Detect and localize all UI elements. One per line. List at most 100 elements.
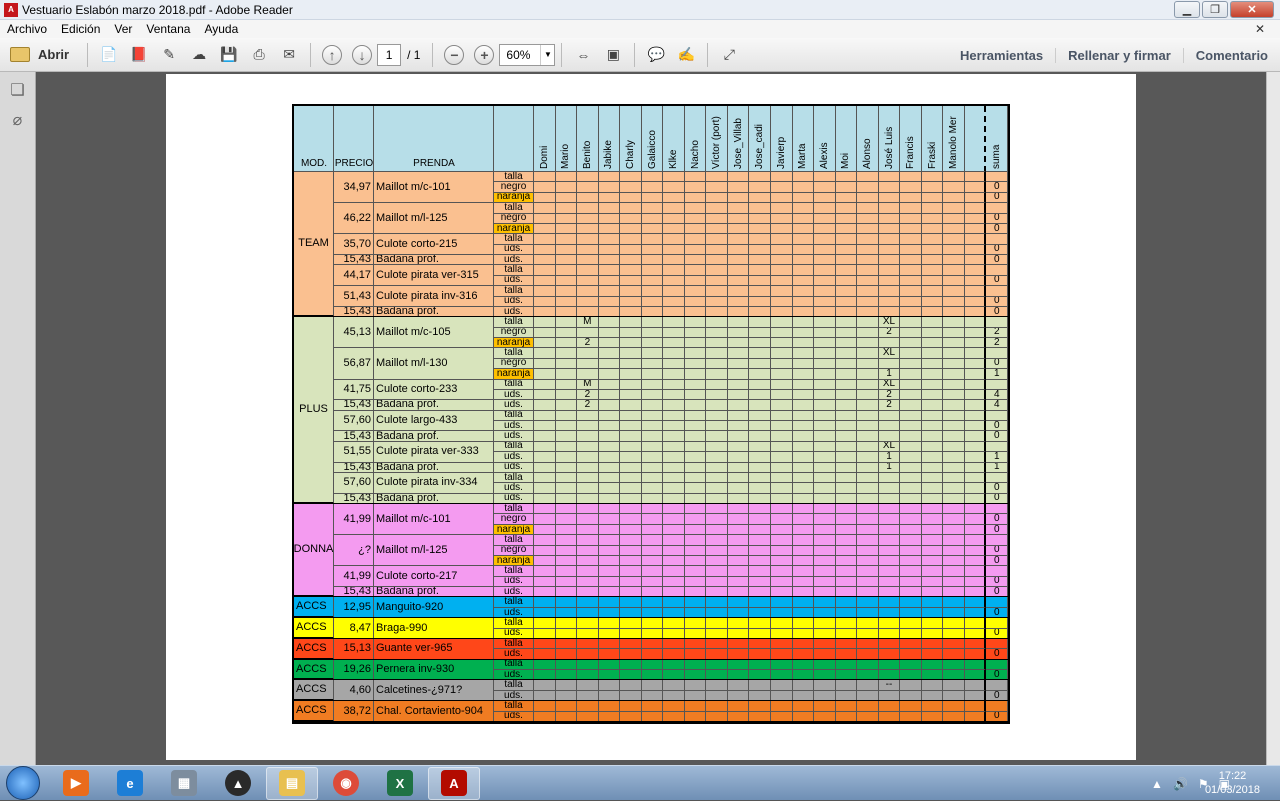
order-cell[interactable] — [921, 680, 944, 691]
order-cell[interactable] — [921, 576, 944, 588]
order-cell[interactable] — [943, 275, 965, 287]
order-cell[interactable] — [964, 379, 987, 390]
clock[interactable]: 17:22 01/03/2018 — [1205, 769, 1260, 797]
order-cell[interactable] — [534, 213, 556, 224]
order-cell[interactable] — [598, 638, 621, 650]
order-cell[interactable] — [555, 472, 578, 484]
order-cell[interactable] — [921, 524, 944, 536]
order-cell[interactable] — [900, 317, 922, 328]
order-cell[interactable] — [835, 244, 858, 256]
order-cell[interactable] — [749, 535, 771, 546]
order-cell[interactable] — [555, 441, 578, 453]
order-cell[interactable] — [771, 369, 793, 380]
order-cell[interactable] — [921, 452, 944, 463]
order-cell[interactable] — [921, 379, 944, 390]
order-cell[interactable] — [727, 379, 750, 390]
order-cell[interactable] — [921, 275, 944, 287]
order-cell[interactable] — [663, 182, 685, 193]
order-cell[interactable]: 1 — [878, 452, 901, 463]
order-cell[interactable] — [620, 234, 642, 245]
order-cell[interactable] — [943, 701, 965, 712]
attachments-icon[interactable]: ⌀ — [8, 110, 28, 132]
order-cell[interactable] — [814, 421, 836, 432]
order-cell[interactable] — [749, 296, 771, 307]
order-cell[interactable] — [663, 566, 685, 577]
order-cell[interactable] — [620, 680, 642, 691]
order-cell[interactable] — [663, 483, 685, 494]
order-cell[interactable] — [900, 265, 922, 276]
order-cell[interactable] — [706, 410, 728, 422]
order-cell[interactable] — [620, 338, 642, 349]
order-cell[interactable] — [534, 514, 556, 525]
order-cell[interactable] — [749, 389, 771, 401]
order-cell[interactable] — [706, 203, 728, 214]
sum-cell[interactable] — [986, 618, 1008, 629]
order-cell[interactable] — [792, 234, 815, 245]
order-cell[interactable] — [620, 441, 642, 453]
order-cell[interactable] — [663, 389, 685, 401]
order-cell[interactable] — [534, 400, 556, 411]
order-cell[interactable] — [900, 338, 922, 349]
order-cell[interactable] — [771, 618, 793, 629]
order-cell[interactable] — [577, 182, 599, 193]
order-cell[interactable] — [964, 680, 987, 691]
order-cell[interactable] — [641, 535, 664, 546]
order-cell[interactable] — [878, 597, 901, 608]
order-cell[interactable] — [641, 566, 664, 577]
order-cell[interactable] — [792, 680, 815, 691]
sum-cell[interactable] — [986, 286, 1008, 297]
sum-cell[interactable] — [986, 410, 1008, 422]
order-cell[interactable] — [620, 400, 642, 411]
order-cell[interactable] — [706, 452, 728, 463]
order-cell[interactable] — [814, 597, 836, 608]
order-cell[interactable] — [835, 400, 858, 411]
order-cell[interactable] — [706, 317, 728, 328]
sum-cell[interactable]: 0 — [986, 524, 1008, 536]
order-cell[interactable] — [964, 296, 987, 307]
order-cell[interactable] — [921, 348, 944, 359]
order-cell[interactable] — [943, 389, 965, 401]
order-cell[interactable] — [814, 431, 836, 442]
order-cell[interactable] — [771, 659, 793, 671]
order-cell[interactable] — [857, 638, 879, 650]
page-number-input[interactable]: 1 — [377, 43, 402, 66]
order-cell[interactable] — [900, 223, 922, 235]
order-cell[interactable] — [534, 286, 556, 297]
order-cell[interactable] — [921, 659, 944, 671]
order-cell[interactable] — [620, 317, 642, 328]
order-cell[interactable] — [900, 462, 922, 473]
order-cell[interactable] — [620, 472, 642, 484]
order-cell[interactable] — [534, 462, 556, 473]
order-cell[interactable] — [792, 203, 815, 214]
order-cell[interactable] — [641, 701, 664, 712]
order-cell[interactable] — [620, 369, 642, 380]
order-cell[interactable] — [749, 441, 771, 453]
sum-cell[interactable]: 0 — [986, 431, 1008, 442]
order-cell[interactable] — [943, 379, 965, 390]
order-cell[interactable] — [727, 431, 750, 442]
order-cell[interactable] — [814, 369, 836, 380]
order-cell[interactable] — [900, 472, 922, 484]
order-cell[interactable] — [964, 483, 987, 494]
order-cell[interactable] — [814, 659, 836, 671]
order-cell[interactable] — [641, 213, 664, 224]
create-pdf-icon[interactable]: 📄 — [96, 42, 122, 68]
order-cell[interactable] — [663, 638, 685, 650]
order-cell[interactable] — [814, 296, 836, 307]
order-cell[interactable] — [577, 680, 599, 691]
order-cell[interactable] — [641, 327, 664, 339]
order-cell[interactable] — [706, 255, 728, 266]
order-cell[interactable] — [706, 213, 728, 224]
order-cell[interactable] — [598, 213, 621, 224]
order-cell[interactable] — [943, 223, 965, 235]
order-cell[interactable] — [792, 441, 815, 453]
order-cell[interactable] — [964, 223, 987, 235]
order-cell[interactable] — [684, 452, 707, 463]
order-cell[interactable]: M — [577, 317, 599, 328]
order-cell[interactable] — [943, 566, 965, 577]
order-cell[interactable] — [727, 524, 750, 536]
order-cell[interactable]: XL — [878, 348, 901, 359]
order-cell[interactable] — [663, 576, 685, 588]
order-cell[interactable] — [684, 618, 707, 629]
order-cell[interactable] — [771, 234, 793, 245]
